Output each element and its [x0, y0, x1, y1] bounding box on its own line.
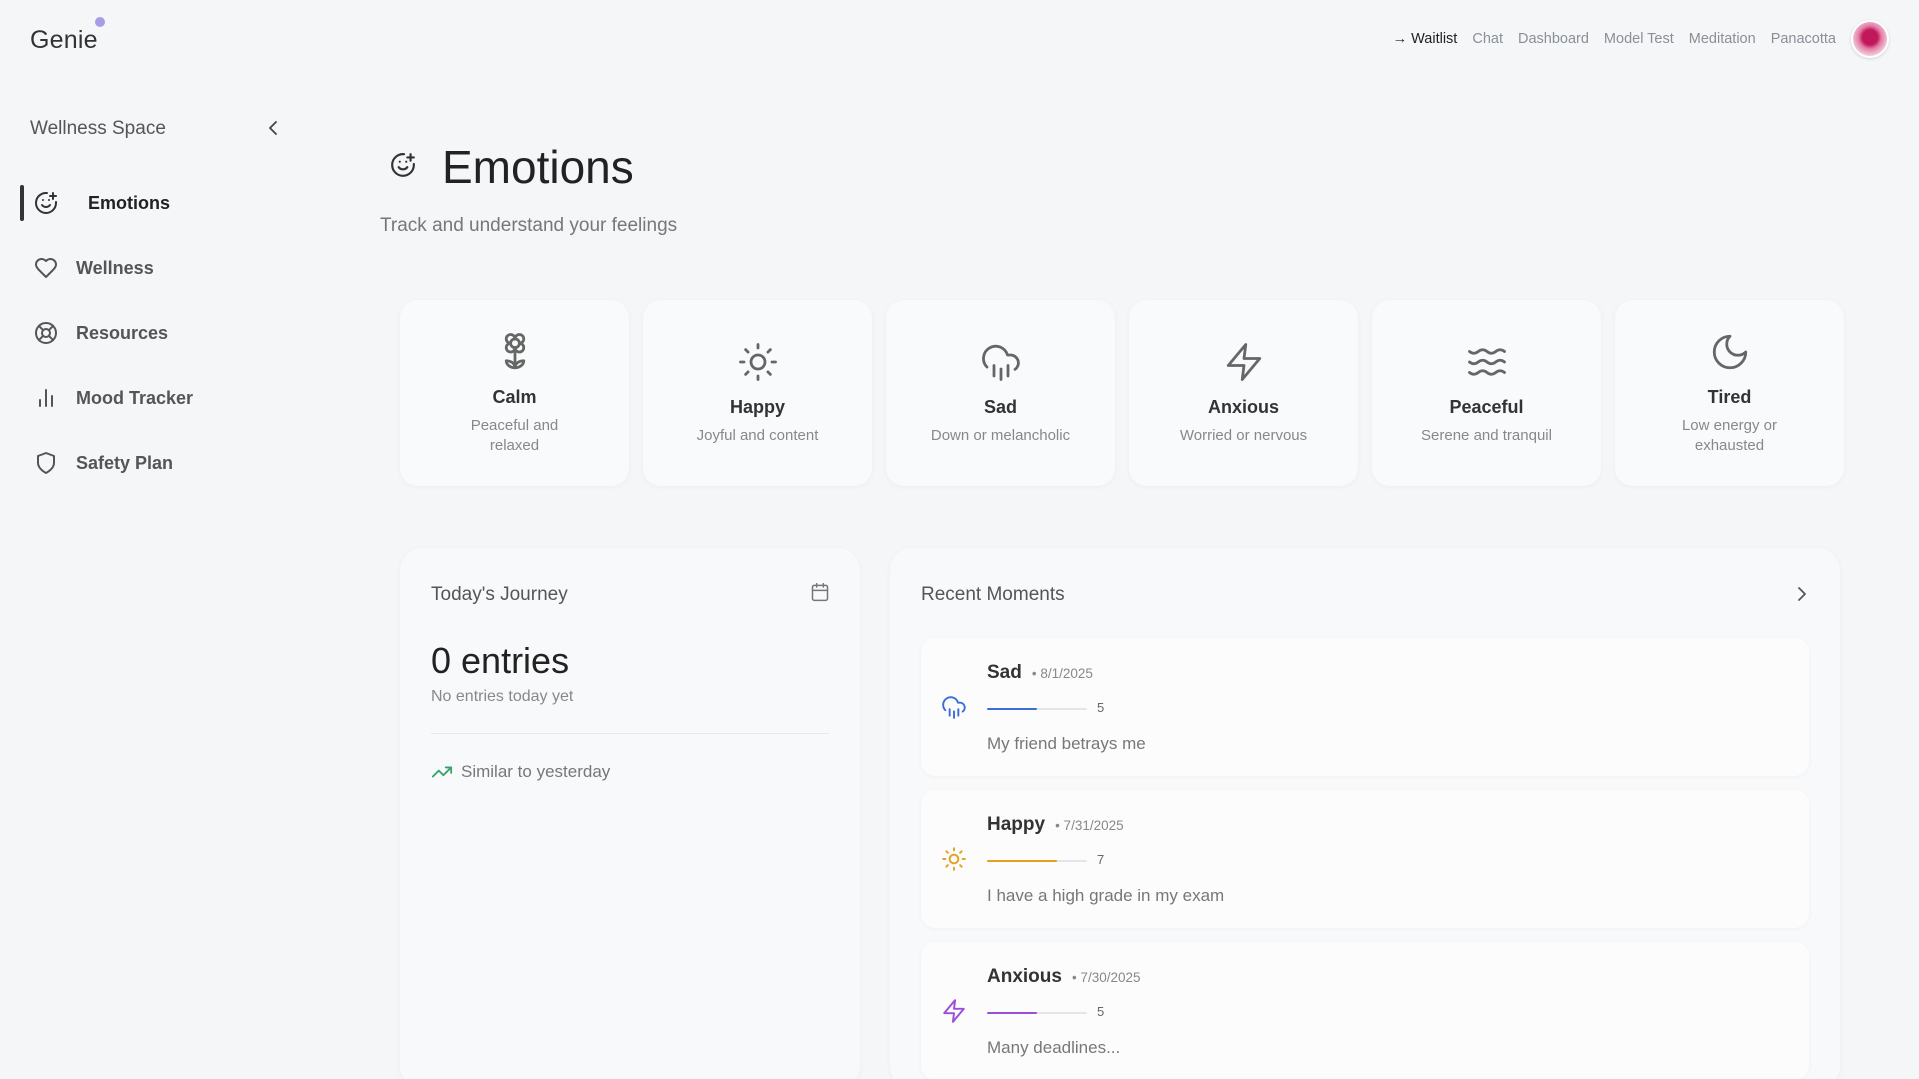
zap-icon — [943, 999, 965, 1023]
recent-moments-card: Recent Moments Sad • 8/1/2025 5 My frien… — [890, 548, 1840, 1079]
intensity-bar — [987, 708, 1087, 710]
nav-chat[interactable]: Chat — [1472, 31, 1503, 47]
smile-plus-icon — [391, 153, 415, 177]
emotion-card-calm[interactable]: Calm Peaceful and relaxed — [400, 300, 629, 486]
emotion-description: Down or melancholic — [930, 426, 1071, 444]
emotion-description: Serene and tranquil — [1421, 426, 1552, 444]
moment-emotion: Happy — [987, 814, 1046, 835]
moment-note: My friend betrays me — [987, 734, 1146, 753]
todays-journey-card: Today's Journey 0 entries No entries tod… — [400, 548, 860, 1079]
page-title: Emotions — [442, 141, 634, 193]
smile-plus-icon — [35, 191, 57, 214]
moment-note: I have a high grade in my exam — [987, 886, 1225, 905]
sidebar-item-label: Safety Plan — [76, 452, 174, 473]
top-navigation: → Waitlist Chat Dashboard Model Test Med… — [1393, 20, 1889, 58]
zap-icon — [1226, 342, 1261, 381]
intensity-fill — [987, 860, 1057, 862]
emotion-label: Tired — [1707, 386, 1752, 407]
intensity-value: 5 — [1097, 700, 1105, 715]
emotion-card-sad[interactable]: Sad Down or melancholic — [886, 300, 1115, 486]
sidebar-item-label: Mood Tracker — [76, 387, 194, 408]
recent-moments-title: Recent Moments — [921, 584, 1065, 605]
emotion-label: Peaceful — [1449, 396, 1524, 417]
intensity-bar — [987, 1012, 1087, 1014]
user-avatar[interactable] — [1851, 20, 1889, 58]
emotion-label: Sad — [983, 396, 1017, 417]
moment-item[interactable]: Happy • 7/31/2025 7 I have a high grade … — [921, 790, 1809, 928]
moment-item[interactable]: Sad • 8/1/2025 5 My friend betrays me — [921, 638, 1809, 776]
intensity-value: 5 — [1097, 1004, 1105, 1019]
shield-icon — [37, 452, 55, 474]
emotion-card-happy[interactable]: Happy Joyful and content — [643, 300, 872, 486]
intensity-bar — [987, 860, 1087, 862]
cloud-rain-icon — [981, 344, 1020, 381]
nav-dashboard[interactable]: Dashboard — [1518, 31, 1589, 47]
sidebar-item-label: Wellness — [76, 257, 154, 278]
active-indicator — [20, 185, 24, 221]
sidebar-title: Wellness Space — [30, 118, 166, 139]
intensity-fill — [987, 708, 1037, 710]
emotion-description: Joyful and content — [696, 426, 819, 444]
chevron-left-icon — [269, 121, 277, 135]
lifebuoy-icon — [35, 322, 57, 344]
emotion-description: Peaceful and relaxed — [470, 416, 559, 454]
nav-waitlist[interactable]: → Waitlist — [1393, 31, 1458, 47]
waves-icon — [1467, 347, 1506, 376]
nav-meditation[interactable]: Meditation — [1689, 31, 1756, 47]
trending-up-icon — [431, 766, 453, 778]
sidebar-item-emotions[interactable]: Emotions — [20, 183, 280, 223]
emotion-description: Low energy or exhausted — [1681, 416, 1778, 454]
sun-icon — [738, 342, 777, 381]
sidebar-item-safety-plan[interactable]: Safety Plan — [20, 443, 280, 483]
sidebar-item-mood-tracker[interactable]: Mood Tracker — [20, 378, 280, 418]
emotion-selector: Calm Peaceful and relaxed Happy Joyful a… — [400, 300, 1844, 486]
moment-date: • 7/31/2025 — [1055, 818, 1124, 833]
sidebar-item-wellness[interactable]: Wellness — [20, 248, 280, 288]
journey-title: Today's Journey — [431, 584, 568, 605]
entries-count: 0 entries — [431, 640, 570, 681]
emotion-card-anxious[interactable]: Anxious Worried or nervous — [1129, 300, 1358, 486]
sidebar-item-label: Emotions — [88, 192, 171, 213]
moment-emotion: Anxious — [987, 966, 1062, 987]
trend-text: Similar to yesterday — [461, 762, 611, 781]
moment-date: • 7/30/2025 — [1071, 970, 1141, 985]
sidebar-item-resources[interactable]: Resources — [20, 313, 280, 353]
app-logo[interactable]: Genie — [30, 26, 98, 55]
calendar-icon[interactable] — [810, 582, 830, 602]
sun-icon — [942, 847, 966, 871]
emotion-label: Calm — [492, 386, 537, 407]
sidebar-collapse-button[interactable] — [264, 118, 282, 138]
moment-emotion: Sad — [987, 662, 1022, 683]
nav-panacotta[interactable]: Panacotta — [1771, 31, 1836, 47]
bar-chart-icon — [39, 389, 53, 407]
entries-subtitle: No entries today yet — [431, 688, 574, 705]
trend-indicator: Similar to yesterday — [431, 762, 610, 782]
emotion-card-peaceful[interactable]: Peaceful Serene and tranquil — [1372, 300, 1601, 486]
intensity-fill — [987, 1012, 1037, 1014]
page-subtitle: Track and understand your feelings — [380, 215, 678, 236]
nav-model-test[interactable]: Model Test — [1604, 31, 1674, 47]
flower-icon — [504, 332, 525, 369]
moon-icon — [1712, 334, 1747, 369]
heart-icon — [35, 258, 57, 278]
intensity-value: 7 — [1097, 852, 1105, 867]
emotion-description: Worried or nervous — [1179, 426, 1308, 444]
divider — [431, 733, 829, 734]
emotion-label: Happy — [729, 396, 785, 417]
sidebar-item-label: Resources — [76, 322, 169, 343]
moment-note: Many deadlines... — [987, 1038, 1121, 1057]
emotion-card-tired[interactable]: Tired Low energy or exhausted — [1615, 300, 1844, 486]
emotion-label: Anxious — [1207, 396, 1279, 417]
logo-dot — [95, 17, 105, 27]
moment-date: • 8/1/2025 — [1031, 666, 1093, 681]
moment-item[interactable]: Anxious • 7/30/2025 5 Many deadlines... — [921, 942, 1809, 1079]
chevron-right-icon[interactable] — [1794, 584, 1810, 604]
cloud-rain-icon — [942, 696, 966, 719]
